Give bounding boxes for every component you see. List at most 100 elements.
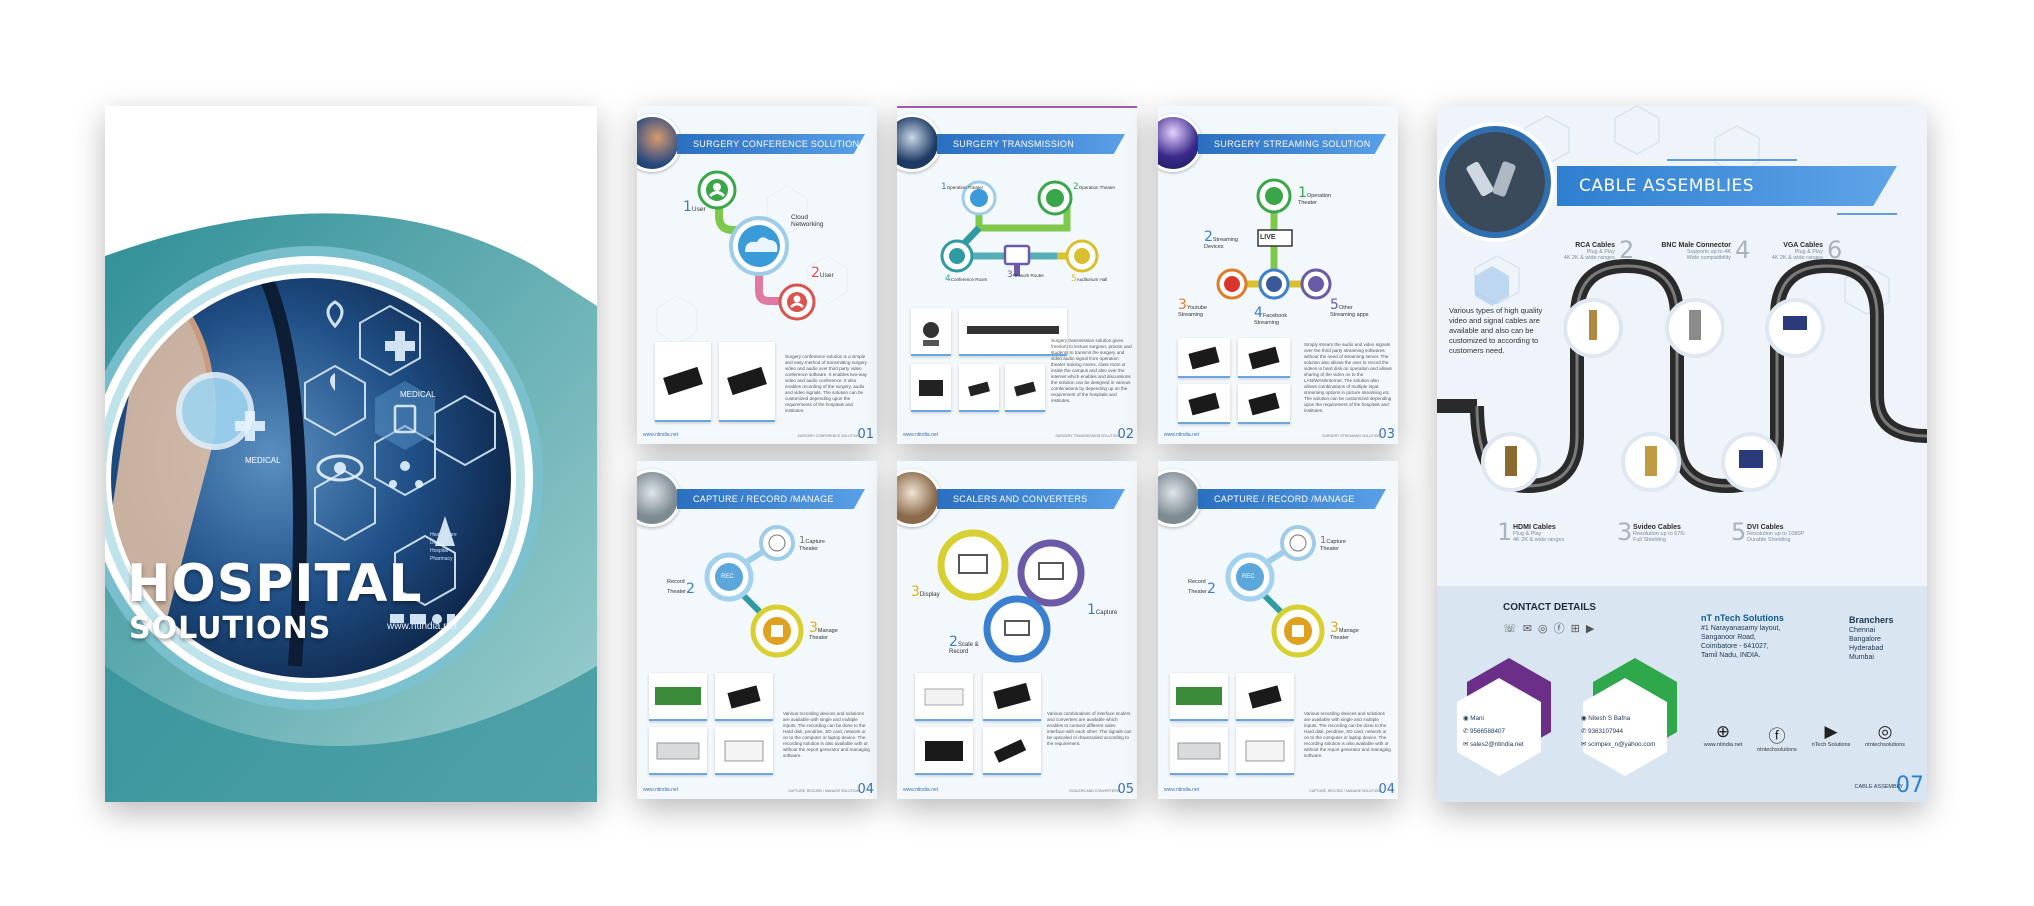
page-number: 07 [1896,773,1924,798]
label-1: 1Operation Theater [941,182,984,192]
svideo-label: 3 Svideo Cables Resolution up to 576i Full … [1617,518,1685,546]
contact-section: CONTACT DETAILS ☏✉◎ⓕ⊞▶ ◉ Mani ✆ 95665884… [1437,586,1927,802]
label-4: 4Conference Room [945,274,988,284]
footer-label: SCALERS AND CONVERTERS [1069,789,1119,793]
phone-icon: ✆ [1463,728,1471,735]
label-5: 5Other Streaming apps [1330,297,1369,318]
product-thumb [911,308,951,356]
footer-label: SURGERY CONFERENCE SOLUTION [797,434,859,438]
user-2-label: 2User [811,265,834,281]
social-web[interactable]: ⊕ www.ntindia.net [1693,722,1753,748]
label-1: 1Capture [1087,602,1118,618]
product-thumb [649,673,707,721]
page-capture-record-manage-2: CAPTURE / RECORD /MANAGE SOLUTION REC 1C… [1158,461,1398,799]
cover-art: Health Care Doctor Hospital Pharmacy [105,106,597,802]
page-description: Surgery transmission solution gives free… [1051,338,1132,403]
product-thumb [1236,673,1294,721]
contact-card-1: ◉ Mani ✆ 9566588407 ✉ sales2@ntindia.net [1463,715,1524,748]
page-number: 03 [1378,427,1395,442]
product-thumb [1005,364,1045,412]
label-3: 3Network Router [1007,270,1044,280]
label-1: 1Capture Theater [799,535,825,553]
label-2: 2Streaming Devices [1204,229,1238,250]
instagram-icon: ◎ [1877,722,1893,741]
dvi-label: 5 DVI Cables Resolution up to 1080P Durable… [1731,518,1805,546]
footer-label: CAPTURE, RECORD / MANAGE SOLUTION [788,789,859,793]
page-scalers-converters: SCALERS AND CONVERTERS 3Display 1Capture… [897,461,1137,799]
label-2: 2Scale & Record [949,634,979,655]
label-3: 3Manage Theater [1330,620,1359,641]
page-number: 01 [857,427,874,442]
product-thumb [1238,338,1290,378]
footer-website: www.ntindia.net [1164,787,1200,793]
user-1-label: 1User [683,199,706,215]
hdmi-label: 1 HDMI Cables Plug & Play 4K 2K & wide rang… [1497,518,1565,546]
product-thumb [1236,727,1294,775]
page-description: Various recording devices and solutions … [783,711,870,758]
page-capture-record-manage: CAPTURE / RECORD /MANAGE SOLUTION REC 1C… [637,461,877,799]
cloud-label: Cloud Networking [791,214,824,228]
phone-icon: ✆ [1581,728,1589,735]
social-youtube[interactable]: ▶ nTech Solutions [1801,722,1861,748]
social-instagram[interactable]: ◎ ntntechsolutions [1855,722,1915,748]
page-number: 05 [1117,782,1134,797]
footer-website: www.ntindia.net [903,787,939,793]
svg-text:Pharmacy: Pharmacy [430,556,453,562]
page-number: 04 [857,782,874,797]
label-3: 3Display [911,584,940,600]
contact-card-2: ◉ Nitesh S Bafna ✆ 9363107944 ✉ scimpex_… [1581,715,1656,748]
page-surgery-conference: SURGERY CONFERENCE SOLUTION 1User Cloud N… [637,106,877,444]
rca-label: RCA Cables Plug & Play 4K 2K & wide ranges… [1563,236,1635,264]
brochure-spread: Health Care Doctor Hospital Pharmacy MED… [0,0,2034,906]
product-thumb [983,727,1041,775]
label-4: 4Facebook Streaming [1254,305,1288,326]
svg-text:Doctor: Doctor [430,540,445,546]
product-thumb [1178,338,1230,378]
product-thumb [715,673,773,721]
cover-title-line1: HOSPITAL [127,554,423,614]
cover-website: www.ntindia.net [387,621,458,632]
label-2: Record Theater2 [667,579,695,597]
cover-title: HOSPITAL SOLUTIONS [127,556,422,646]
product-thumb [915,727,973,775]
svg-text:Hospital: Hospital [430,548,448,554]
facebook-icon: ⓕ [1768,727,1786,746]
product-thumb [915,673,973,721]
label-1: 1Capture Theater [1320,535,1346,553]
label-2: 2Operation Theater [1073,182,1116,192]
page-description: Surgery conference solution is a simple … [785,354,867,413]
cable-intro: Various types of high quality video and … [1449,306,1543,355]
product-thumb [719,342,775,422]
medical-label: MEDICAL [245,456,281,465]
footer-label: SURGERY STREAMING SOLUTION [1322,434,1380,438]
product-thumb [1178,384,1230,424]
mail-icon: ✉ [1463,741,1471,748]
label-1: 1Operation Theater [1298,185,1332,206]
footer-website: www.ntindia.net [643,787,679,793]
social-facebook[interactable]: ⓕ ntntechsolutions [1747,722,1807,753]
live-badge: LIVE [1260,234,1276,241]
product-thumb [1170,727,1228,775]
bnc-label: BNC Male Connector Supports up to 4K Wide … [1661,236,1751,264]
mail-icon: ✉ [1581,741,1589,748]
label-3: 3Manage Theater [809,620,838,641]
branches: Branchers Chennai Bangalore Hyderabad Mu… [1849,615,1894,662]
page-surgery-streaming: SURGERY STREAMING SOLUTION LIVE 1Operati… [1158,106,1398,444]
footer-website: www.ntindia.net [1164,432,1200,438]
youtube-icon: ▶ [1824,722,1838,741]
rec-label: REC [721,574,734,580]
product-thumb [983,673,1041,721]
product-thumb [911,364,951,412]
label-5: 5Auditorium Hall [1071,274,1108,284]
product-thumb [1238,384,1290,424]
page-number: 02 [1117,427,1134,442]
product-thumb [649,727,707,775]
page-description: Simply stream the audio and video signal… [1304,342,1392,413]
page-number: 04 [1378,782,1395,797]
cable-banner: CABLE ASSEMBLIES [1557,166,1897,206]
page-surgery-transmission: SURGERY TRANSMISSION SOLUTION 1Operation… [897,106,1137,444]
rec-label: REC [1242,574,1255,580]
company-address: nT nTech Solutions #1 Narayanasamy layou… [1701,613,1784,660]
footer-label: SURGERY TRANSMISSION SOLUTION [1055,434,1119,438]
cover-title-line2: SOLUTIONS [129,611,332,646]
